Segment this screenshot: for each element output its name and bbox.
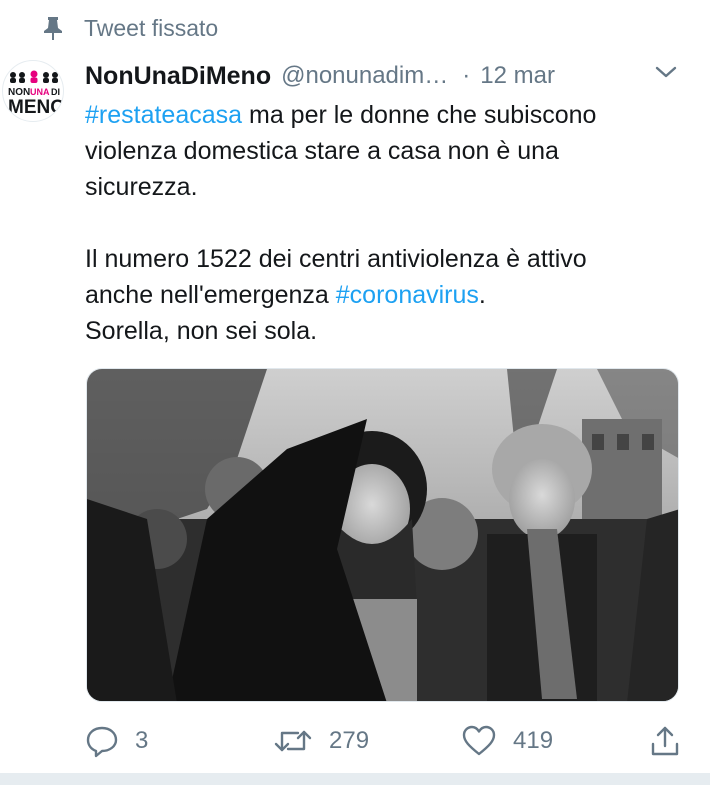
share-icon — [650, 724, 680, 758]
pinned-label: Tweet fissato — [84, 14, 219, 41]
tweet-actions: 3 279 419 — [85, 718, 685, 764]
tweet-text-segment: anche nell'emergenza — [85, 281, 336, 309]
display-name[interactable]: NonUnaDiMeno — [85, 62, 271, 91]
like-button[interactable]: 419 — [461, 718, 553, 764]
tweet-line: anche nell'emergenza #coronavirus. — [85, 277, 690, 313]
hashtag-link[interactable]: #restateacasa — [85, 101, 242, 129]
retweet-count: 279 — [329, 727, 370, 754]
reply-button[interactable]: 3 — [85, 718, 148, 764]
tweet-photo[interactable] — [86, 368, 679, 702]
retweet-button[interactable]: 279 — [273, 718, 369, 764]
svg-text:DI: DI — [51, 87, 60, 97]
reply-icon — [85, 724, 119, 758]
tweet-timestamp[interactable]: 12 mar — [480, 62, 555, 90]
tweet-line: violenza domestica stare a casa non è un… — [85, 137, 559, 165]
tweet-line: Il numero 1522 dei centri antiviolenza è… — [85, 245, 587, 273]
separator-dot: · — [462, 62, 471, 89]
avatar[interactable]: NON UNA DI MENO — [2, 60, 64, 122]
tweet-header: NonUnaDiMeno @nonunadim… · 12 mar — [85, 56, 685, 96]
tweet-text-segment: ma per le donne che subiscono — [242, 101, 597, 129]
pinned-indicator: Tweet fissato — [42, 12, 218, 44]
nonunadimeno-logo: NON UNA DI MENO — [8, 70, 64, 118]
hashtag-link[interactable]: #coronavirus — [336, 281, 479, 309]
divider — [0, 773, 710, 785]
tweet-line: Sorella, non sei sola. — [85, 317, 318, 345]
svg-text:MENO: MENO — [8, 97, 64, 118]
reply-count: 3 — [135, 727, 149, 754]
user-handle[interactable]: @nonunadim… — [281, 62, 448, 90]
tweet-text: #restateacasa ma per le donne che subisc… — [85, 97, 690, 349]
chevron-down-icon[interactable] — [653, 62, 679, 82]
heart-icon — [461, 724, 497, 758]
pin-icon — [42, 15, 64, 41]
share-button[interactable] — [650, 718, 680, 764]
like-count: 419 — [513, 727, 554, 754]
svg-text:UNA: UNA — [30, 87, 50, 97]
retweet-icon — [273, 724, 313, 758]
tweet-line: sicurezza. — [85, 173, 198, 201]
tweet-text-segment: . — [478, 281, 486, 309]
tweet-line: #restateacasa ma per le donne che subisc… — [85, 97, 690, 133]
